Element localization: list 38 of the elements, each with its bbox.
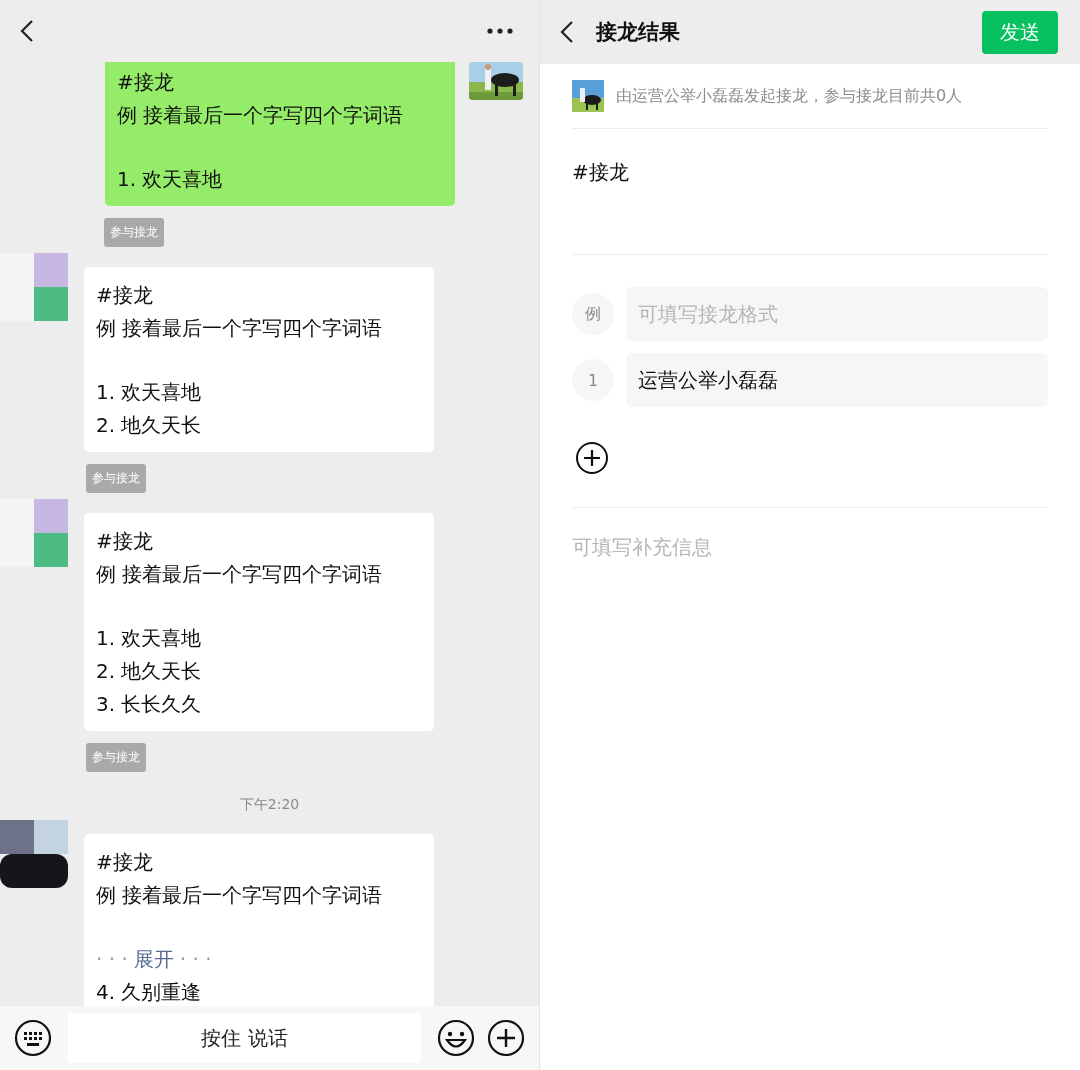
- keyboard-icon[interactable]: [14, 1019, 52, 1057]
- entry-text: 2. 地久天长: [96, 412, 203, 439]
- message-title: #接龙: [96, 528, 154, 555]
- timestamp: 下午2:20: [239, 796, 300, 814]
- entry-text: 4. 久别重逢: [96, 979, 203, 1006]
- row-number-badge: 1: [572, 359, 614, 401]
- more-icon[interactable]: [487, 28, 513, 34]
- entry-text: 3. 长长久久: [96, 691, 203, 718]
- plus-icon[interactable]: [487, 1019, 525, 1057]
- join-tag[interactable]: 参与接龙: [86, 464, 146, 493]
- entry-field[interactable]: 运营公举小磊磊: [626, 353, 1048, 407]
- message-title: #接龙: [96, 282, 154, 309]
- message-text: 例 接着最后一个字写四个字词语: [96, 561, 384, 588]
- add-icon[interactable]: [575, 441, 609, 475]
- message-text: 例 接着最后一个字写四个字词语: [117, 102, 405, 129]
- initiator-text: 由运营公举小磊磊发起接龙，参与接龙目前共0人: [616, 85, 963, 107]
- entry-text: 1. 欢天喜地: [117, 166, 224, 193]
- expand-link[interactable]: 展开: [133, 943, 174, 976]
- join-tag[interactable]: 参与接龙: [104, 218, 164, 247]
- message-text: 例 接着最后一个字写四个字词语: [96, 882, 384, 909]
- message-title: #接龙: [96, 849, 154, 876]
- entry-text: 1. 欢天喜地: [96, 625, 203, 652]
- back-icon[interactable]: [20, 19, 34, 43]
- hold-to-talk-button[interactable]: 按住 说话: [68, 1013, 421, 1063]
- message-text: 例 接着最后一个字写四个字词语: [96, 315, 384, 342]
- send-button[interactable]: 发送: [982, 10, 1058, 54]
- join-tag[interactable]: 参与接龙: [86, 743, 146, 772]
- row-number-badge: 例: [572, 293, 614, 335]
- format-field[interactable]: 可填写接龙格式: [626, 287, 1048, 341]
- topic-text: #接龙: [572, 159, 630, 186]
- message-title: #接龙: [117, 69, 175, 96]
- page-title: 接龙结果: [596, 19, 681, 46]
- emoji-icon[interactable]: [437, 1019, 475, 1057]
- entry-text: 1. 欢天喜地: [96, 379, 203, 406]
- entry-text: 2. 地久天长: [96, 658, 203, 685]
- back-icon[interactable]: [560, 20, 574, 44]
- dots-text: · · ·: [96, 946, 128, 973]
- dots-text: · · ·: [179, 946, 212, 973]
